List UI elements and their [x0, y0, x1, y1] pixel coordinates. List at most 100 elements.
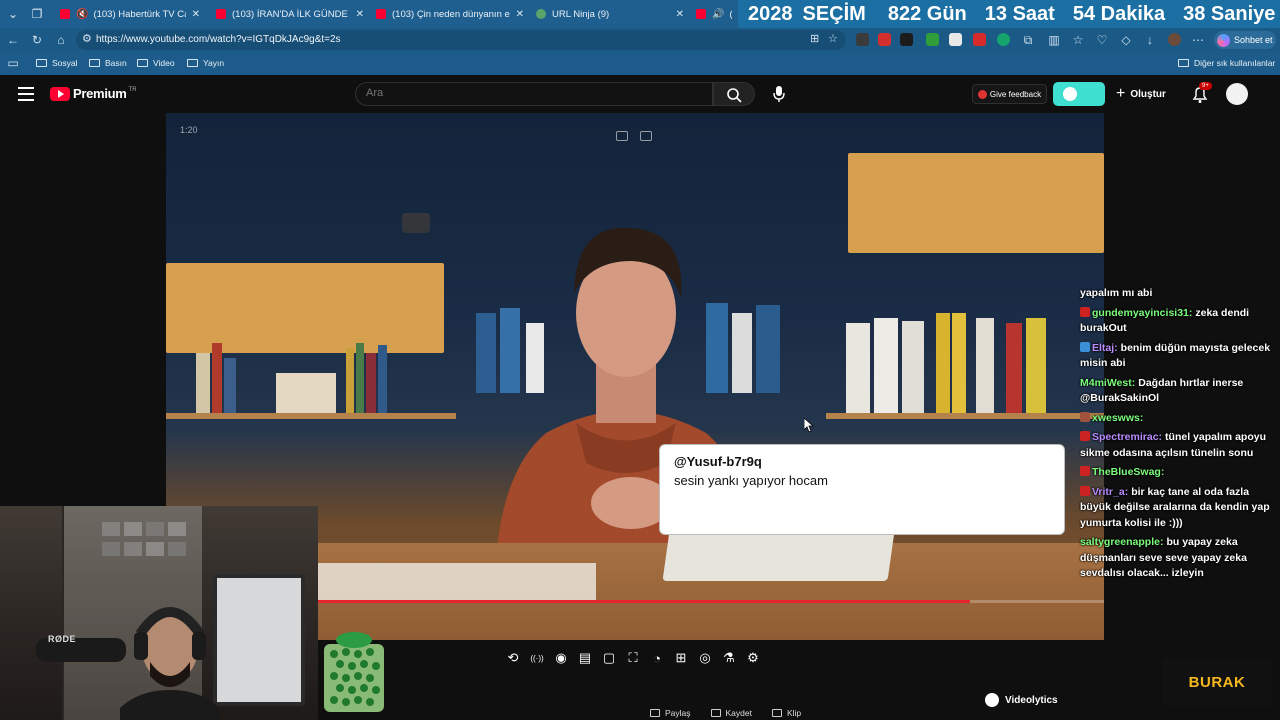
bookmark-yayin[interactable]: Yayın [187, 58, 224, 68]
close-tab-icon[interactable]: ✕ [192, 9, 200, 20]
extension-icon[interactable] [926, 33, 939, 46]
close-tab-icon[interactable]: ✕ [516, 9, 524, 20]
copilot-button[interactable]: Sohbet et [1214, 31, 1276, 49]
workspaces-icon[interactable]: ❐ [28, 5, 46, 23]
app-icon[interactable]: ⊞ [810, 32, 819, 45]
loop-icon[interactable]: ⟲ [505, 650, 521, 666]
bookmark-video[interactable]: Video [137, 58, 175, 68]
chat-username: Vritr_a: [1092, 485, 1129, 498]
split-screen-icon[interactable]: ▥ [1045, 31, 1063, 49]
site-info-icon[interactable]: ⚙ [82, 32, 92, 45]
share-clip-icon[interactable] [640, 131, 652, 141]
extension-toggle[interactable] [1053, 82, 1105, 106]
speed-icon[interactable]: ◔ [649, 650, 665, 666]
youtube-logo[interactable]: Premium TR [50, 86, 137, 101]
copilot-icon [1217, 33, 1230, 47]
folder-icon [137, 59, 148, 67]
chat-message: Vritr_a: bir kaç tane al oda fazla büyük … [1080, 485, 1274, 532]
browser-tab-strip: ⌄ ❐ 🔇 (103) Habertürk TV Canlı Yayın ✕ (… [0, 0, 1280, 28]
paper-sheet [306, 563, 596, 603]
frame-icon[interactable]: ▢ [601, 650, 617, 666]
voice-search-button[interactable] [768, 83, 790, 105]
extension-icon[interactable] [949, 33, 962, 46]
home-icon[interactable]: ⌂ [52, 31, 70, 49]
tab-iran[interactable]: (103) İRAN'DA İLK GÜNDE YAŞADIK ✕ [210, 3, 370, 25]
countdown-label: SEÇİM [802, 2, 866, 25]
extension-icon[interactable] [973, 33, 986, 46]
comment-text: sesin yankı yapıyor hocam [674, 473, 828, 488]
muted-speaker-icon[interactable]: 🔇 [76, 9, 88, 20]
flask-icon[interactable]: ⚗ [721, 650, 737, 666]
tab-active[interactable]: 🔊 (103 [690, 3, 738, 25]
share-button[interactable]: Paylaş [650, 708, 691, 718]
save-button[interactable]: Kaydet [710, 708, 752, 718]
gear-icon[interactable]: ⚙ [745, 650, 761, 666]
crop-icon[interactable]: ⛶ [625, 650, 641, 666]
give-feedback-button[interactable]: Give feedback [972, 84, 1047, 104]
speaker-icon[interactable]: 🔊 [712, 9, 724, 20]
chat-username: Eltaj: [1092, 341, 1118, 354]
collections-icon[interactable]: ♡ [1093, 31, 1111, 49]
back-icon[interactable]: ← [4, 31, 22, 49]
broadcast-icon[interactable]: ((·)) [529, 650, 545, 666]
chat-message: xweswws: [1080, 411, 1274, 427]
photo-wall [100, 520, 200, 580]
menu-icon[interactable] [18, 87, 34, 101]
streamer-person [120, 607, 220, 720]
toggle-knob-icon [1063, 87, 1077, 101]
tab-list-icon[interactable]: ⌄ [4, 5, 22, 23]
browser-essentials-icon[interactable]: ◇ [1117, 31, 1135, 49]
search-button[interactable] [713, 82, 755, 106]
url-text[interactable]: https://www.youtube.com/watch?v=IGTqDkJA… [96, 34, 341, 45]
chat-badge-icon [1080, 306, 1090, 317]
search-box [355, 82, 713, 106]
video-progress-bar[interactable] [318, 600, 1104, 603]
close-tab-icon[interactable]: ✕ [676, 9, 684, 20]
folder-icon [1178, 59, 1189, 67]
chat-username: M4miWest: [1080, 376, 1136, 389]
camera-icon[interactable]: ◎ [697, 650, 713, 666]
extension-icon[interactable] [900, 33, 913, 46]
youtube-icon [216, 9, 226, 19]
extension-icon[interactable] [878, 33, 891, 46]
other-bookmarks[interactable]: Diğer sık kullanılanlar [1178, 58, 1275, 68]
comment-author: @Yusuf-b7r9q [674, 454, 762, 469]
close-tab-icon[interactable]: ✕ [356, 9, 364, 20]
search-icon [727, 88, 742, 103]
chat-message: M4miWest: Dağdan hırtlar inerse @BurakSak… [1080, 376, 1274, 407]
chat-badge-icon [1080, 411, 1090, 422]
more-icon[interactable]: ⋯ [1189, 31, 1207, 49]
chat-badge-icon [1080, 466, 1090, 476]
puzzle-icon[interactable]: ⧉ [1019, 31, 1037, 49]
pip-icon[interactable] [616, 131, 628, 141]
sidebar-toggle-icon[interactable]: ▭ [4, 54, 22, 72]
videolytics-badge[interactable]: Videolytics [985, 693, 1058, 707]
tab-haberturk[interactable]: 🔇 (103) Habertürk TV Canlı Yayın ✕ [54, 3, 206, 25]
clapper-icon[interactable]: ▤ [577, 650, 593, 666]
youtube-icon [60, 9, 70, 19]
tab-url-ninja[interactable]: URL Ninja (9) ✕ [530, 3, 690, 25]
create-button[interactable]: + Oluştur [1116, 84, 1166, 104]
extension-icon[interactable] [997, 33, 1010, 46]
downloads-icon[interactable]: ↓ [1141, 31, 1159, 49]
star-icon[interactable]: ☆ [828, 32, 838, 45]
address-bar[interactable]: ⚙ https://www.youtube.com/watch?v=IGTqDk… [76, 30, 846, 50]
favorites-icon[interactable]: ☆ [1069, 31, 1087, 49]
notifications-button[interactable]: 9+ [1189, 82, 1212, 106]
bookmark-basin[interactable]: Basın [89, 58, 127, 68]
refresh-icon[interactable]: ↻ [28, 31, 46, 49]
bookmark-sosyal[interactable]: Sosyal [36, 58, 78, 68]
feedback-icon [977, 89, 987, 99]
eye-icon[interactable]: ◉ [553, 650, 569, 666]
streamer-webcam: RØDE [0, 506, 318, 720]
tab-cin[interactable]: (103) Çin neden dünyanın en büyük ✕ [370, 3, 530, 25]
chat-username: gundemyayincisi31: [1092, 306, 1193, 319]
clip-button[interactable]: Klip [771, 708, 801, 718]
account-avatar[interactable] [1226, 83, 1248, 105]
profile-avatar[interactable] [1168, 33, 1181, 46]
extension-icon[interactable] [856, 33, 869, 46]
add-icon[interactable]: ⊞ [673, 650, 689, 666]
search-input[interactable] [366, 87, 686, 99]
url-ninja-icon [536, 9, 546, 19]
chat-text: yapalım mı abi [1080, 287, 1153, 299]
